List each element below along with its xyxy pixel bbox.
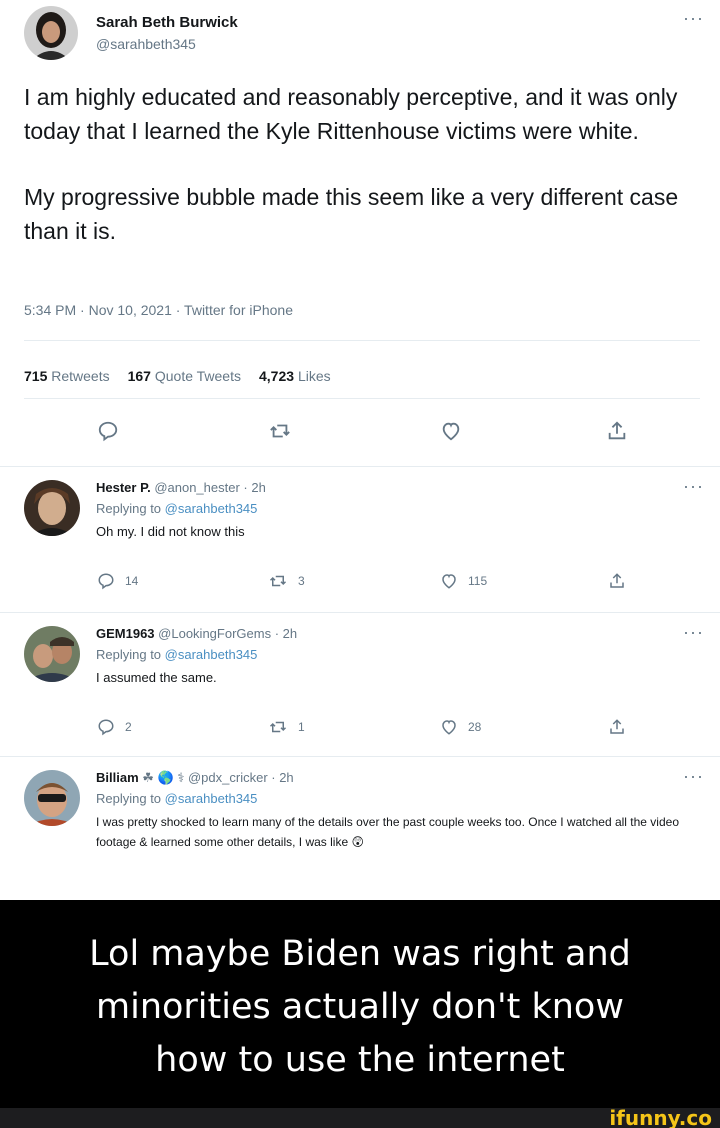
like-button[interactable] xyxy=(440,420,462,442)
retweet-icon xyxy=(269,721,287,733)
tweet-timestamp[interactable]: 5:34 PM · Nov 10, 2021 · Twitter for iPh… xyxy=(24,302,293,318)
replying-to-label: Replying to xyxy=(96,791,162,806)
reply-name-emojis: ☘ 🌎 ⚕ xyxy=(142,770,185,785)
quotes-stat[interactable]: 167 Quote Tweets xyxy=(128,368,241,384)
retweet-count: 3 xyxy=(298,574,305,588)
author-name[interactable]: Sarah Beth Burwick xyxy=(96,14,238,31)
caption-line: Lol maybe Biden was right and xyxy=(89,934,631,974)
like-count: 28 xyxy=(468,720,482,734)
like-button[interactable]: 28 xyxy=(440,718,481,736)
reply-author-name[interactable]: Billiam xyxy=(96,770,139,785)
author-handle[interactable]: @sarahbeth345 xyxy=(96,36,196,52)
heart-icon xyxy=(442,574,456,589)
divider xyxy=(0,466,720,467)
reply-count: 14 xyxy=(125,574,139,588)
reply-tweet[interactable]: Billiam ☘ 🌎 ⚕ @pdx_cricker · 2h ··· Repl… xyxy=(24,766,704,896)
tweet-paragraph-2: My progressive bubble made this seem lik… xyxy=(24,184,679,244)
more-options-icon[interactable]: ··· xyxy=(683,8,704,29)
reply-header: Hester P. @anon_hester · 2h xyxy=(96,480,266,495)
reply-handle-time[interactable]: @anon_hester · 2h xyxy=(154,480,266,495)
quotes-label: Quote Tweets xyxy=(154,368,241,384)
replying-to-handle[interactable]: @sarahbeth345 xyxy=(165,501,258,516)
reply-handle-time[interactable]: @LookingForGems · 2h xyxy=(158,626,297,641)
heart-icon xyxy=(442,720,456,735)
divider xyxy=(24,398,700,399)
more-options-icon[interactable]: ··· xyxy=(683,766,704,787)
author-avatar[interactable] xyxy=(24,6,78,60)
retweet-icon xyxy=(269,575,287,587)
main-tweet-actions xyxy=(0,420,720,448)
share-button[interactable] xyxy=(606,420,628,442)
share-icon xyxy=(610,719,624,734)
divider xyxy=(0,756,720,757)
tweet-body: I am highly educated and reasonably perc… xyxy=(24,80,704,280)
replying-to: Replying to @sarahbeth345 xyxy=(96,791,257,806)
retweet-count: 1 xyxy=(298,720,305,734)
main-tweet-header: Sarah Beth Burwick @sarahbeth345 ··· xyxy=(24,6,704,60)
reply-actions: 2 1 28 xyxy=(0,718,720,746)
likes-label: Likes xyxy=(297,368,331,384)
reply-count: 2 xyxy=(125,720,132,734)
reply-button[interactable] xyxy=(97,420,119,442)
tweet-stats: 715 Retweets 167 Quote Tweets 4,723 Like… xyxy=(24,368,331,384)
reply-text: Oh my. I did not know this xyxy=(96,524,245,539)
likes-count: 4,723 xyxy=(259,368,295,384)
retweet-button[interactable]: 1 xyxy=(268,718,305,736)
reply-avatar[interactable] xyxy=(24,626,80,682)
share-button[interactable] xyxy=(608,718,626,736)
reply-text: I was pretty shocked to learn many of th… xyxy=(96,815,679,849)
reply-avatar[interactable] xyxy=(24,770,80,826)
replying-to: Replying to @sarahbeth345 xyxy=(96,647,257,662)
reply-header: GEM1963 @LookingForGems · 2h xyxy=(96,626,297,641)
tweet-paragraph-1: I am highly educated and reasonably perc… xyxy=(24,84,678,144)
caption-line: how to use the internet xyxy=(155,1040,565,1080)
replying-to: Replying to @sarahbeth345 xyxy=(96,501,257,516)
reply-button[interactable]: 14 xyxy=(97,572,138,590)
divider xyxy=(0,612,720,613)
replying-to-label: Replying to xyxy=(96,501,162,516)
share-icon xyxy=(608,421,626,440)
tweet-screenshot: Sarah Beth Burwick @sarahbeth345 ··· I a… xyxy=(0,0,720,900)
reply-header: Billiam ☘ 🌎 ⚕ @pdx_cricker · 2h xyxy=(96,770,294,786)
watermark-bar: ifunny.co xyxy=(0,1106,720,1128)
reply-icon xyxy=(98,421,118,442)
replying-to-handle[interactable]: @sarahbeth345 xyxy=(165,791,258,806)
ifunny-watermark: ifunny.co xyxy=(609,1106,712,1128)
reply-handle-time[interactable]: @pdx_cricker · 2h xyxy=(188,770,294,785)
retweets-stat[interactable]: 715 Retweets xyxy=(24,368,110,384)
heart-icon xyxy=(442,422,460,441)
meme-caption: Lol maybe Biden was right and minorities… xyxy=(0,900,720,1108)
reply-button[interactable]: 2 xyxy=(97,718,132,736)
quotes-count: 167 xyxy=(127,368,151,384)
like-button[interactable]: 115 xyxy=(440,572,487,590)
reply-icon xyxy=(98,719,114,736)
reply-actions: 14 3 115 xyxy=(0,572,720,600)
reply-author-name[interactable]: GEM1963 xyxy=(96,626,155,641)
likes-stat[interactable]: 4,723 Likes xyxy=(259,368,331,384)
retweets-count: 715 xyxy=(24,368,48,384)
retweet-icon xyxy=(270,424,290,438)
share-button[interactable] xyxy=(608,572,626,590)
retweet-button[interactable]: 3 xyxy=(268,572,305,590)
reply-avatar[interactable] xyxy=(24,480,80,536)
retweet-button[interactable] xyxy=(268,420,292,442)
replying-to-handle[interactable]: @sarahbeth345 xyxy=(165,647,258,662)
reply-author-name[interactable]: Hester P. xyxy=(96,480,151,495)
like-count: 115 xyxy=(468,574,488,588)
share-icon xyxy=(610,573,624,588)
divider xyxy=(24,340,700,341)
more-options-icon[interactable]: ··· xyxy=(683,476,704,497)
reply-icon xyxy=(98,573,114,590)
more-options-icon[interactable]: ··· xyxy=(683,622,704,643)
retweets-label: Retweets xyxy=(51,368,110,384)
replying-to-label: Replying to xyxy=(96,647,162,662)
caption-line: minorities actually don't know xyxy=(96,987,624,1027)
reply-text: I assumed the same. xyxy=(96,670,217,685)
